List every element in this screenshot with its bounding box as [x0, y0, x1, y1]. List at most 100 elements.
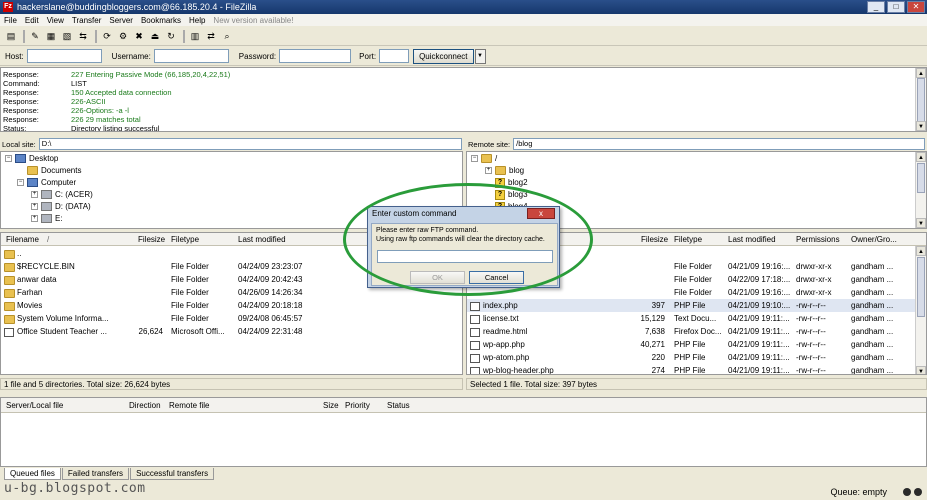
scroll-up-arrow-icon[interactable]: ▲ — [916, 246, 926, 256]
tree-node-c-drive[interactable]: + C: (ACER) — [31, 189, 93, 200]
column-remote-file[interactable]: Remote file — [169, 401, 209, 410]
toggle-log-icon[interactable]: ✎ — [28, 29, 42, 43]
toggle-tree-icon[interactable]: ▦ — [44, 29, 58, 43]
host-input[interactable] — [26, 49, 102, 63]
quickconnect-dropdown[interactable]: ▼ — [474, 48, 486, 64]
folder-icon — [4, 289, 15, 298]
search-icon[interactable]: ⌕ — [220, 29, 234, 43]
remote-tree-scrollbar[interactable]: ▲ ▼ — [915, 152, 926, 228]
site-manager-icon[interactable]: ▤ — [4, 29, 18, 43]
port-input[interactable] — [379, 49, 410, 63]
remote-site-input[interactable]: /blog — [513, 138, 925, 150]
toggle-queue-icon[interactable]: ⇆ — [76, 29, 90, 43]
menu-file[interactable]: File — [0, 16, 21, 25]
menu-help[interactable]: Help — [185, 16, 209, 25]
column-filesize[interactable]: Filesize — [138, 235, 165, 244]
table-row[interactable]: wp-atom.php 220 PHP File 04/21/09 19:11:… — [467, 351, 926, 364]
tree-node-blog[interactable]: + blog — [485, 165, 524, 176]
table-row[interactable]: license.txt 15,129 Text Docu... 04/21/09… — [467, 312, 926, 325]
local-site-input[interactable]: D:\ — [38, 138, 462, 150]
refresh-icon[interactable]: ⟳ — [100, 29, 114, 43]
menu-edit[interactable]: Edit — [21, 16, 43, 25]
password-input[interactable] — [279, 49, 352, 63]
drive-icon — [41, 214, 52, 223]
port-label: Port: — [359, 51, 377, 61]
table-row[interactable]: Office Student Teacher ... 26,624 Micros… — [1, 325, 462, 338]
column-priority[interactable]: Priority — [345, 401, 370, 410]
scroll-down-arrow-icon[interactable]: ▼ — [916, 218, 926, 228]
maximize-button[interactable]: □ — [887, 1, 905, 13]
scroll-thumb[interactable] — [917, 78, 925, 122]
table-row[interactable]: wp-blog-header.php 274 PHP File 04/21/09… — [467, 364, 926, 374]
scroll-thumb[interactable] — [917, 257, 925, 317]
tab-failed-transfers[interactable]: Failed transfers — [61, 468, 130, 480]
message-log[interactable]: Response: 227 Entering Passive Mode (66,1… — [0, 67, 927, 132]
scroll-down-arrow-icon[interactable]: ▼ — [916, 366, 926, 374]
filezilla-app-icon: Fz — [3, 2, 13, 12]
column-server-local-file[interactable]: Server/Local file — [6, 401, 63, 410]
menu-new-version[interactable]: New version available! — [209, 16, 297, 25]
quickconnect-bar: Host: Username: Password: Port: Quickcon… — [0, 47, 927, 66]
column-owner-group[interactable]: Owner/Gro... — [851, 235, 897, 244]
toggle-remote-tree-icon[interactable]: ▧ — [60, 29, 74, 43]
tree-node-computer[interactable]: − Computer — [17, 177, 76, 188]
tree-node-documents[interactable]: Documents — [27, 165, 81, 176]
column-size[interactable]: Size — [323, 401, 339, 410]
username-input[interactable] — [153, 49, 229, 63]
disconnect-icon[interactable]: ⏏ — [148, 29, 162, 43]
column-filesize[interactable]: Filesize — [641, 235, 668, 244]
remote-status: Selected 1 file. Total size: 397 bytes — [466, 378, 927, 390]
menu-view[interactable]: View — [43, 16, 68, 25]
column-filetype[interactable]: Filetype — [171, 235, 199, 244]
menu-server[interactable]: Server — [105, 16, 137, 25]
tree-node-e-drive[interactable]: + E: — [31, 213, 63, 224]
menu-bookmarks[interactable]: Bookmarks — [137, 16, 185, 25]
menu-transfer[interactable]: Transfer — [68, 16, 106, 25]
process-queue-icon[interactable]: ⚙ — [116, 29, 130, 43]
host-label: Host: — [5, 51, 24, 61]
table-row-selected[interactable]: index.php 397 PHP File 04/21/09 19:10:..… — [467, 299, 926, 312]
log-scrollbar[interactable]: ▲ ▼ — [915, 68, 926, 131]
scroll-thumb[interactable] — [917, 163, 925, 193]
minimize-button[interactable]: _ — [867, 1, 885, 13]
word-document-icon — [4, 328, 14, 337]
computer-icon — [27, 178, 38, 187]
table-row[interactable]: System Volume Informa... File Folder 09/… — [1, 312, 462, 325]
table-row[interactable]: wp-app.php 40,271 PHP File 04/21/09 19:1… — [467, 338, 926, 351]
column-filetype[interactable]: Filetype — [674, 235, 702, 244]
cancel-icon[interactable]: ✖ — [132, 29, 146, 43]
remote-file-list-scrollbar[interactable]: ▲ ▼ — [915, 246, 926, 374]
scroll-up-arrow-icon[interactable]: ▲ — [916, 152, 926, 162]
tab-queued-files[interactable]: Queued files — [4, 468, 61, 480]
table-row[interactable]: readme.html 7,638 Firefox Doc... 04/21/0… — [467, 325, 926, 338]
transfer-queue[interactable]: Server/Local file Direction Remote file … — [0, 397, 927, 467]
log-row: Response: 150 Accepted data connection — [3, 88, 172, 97]
log-row: Response: 226-Options: -a -l — [3, 106, 129, 115]
table-row[interactable]: Movies File Folder 04/24/09 20:18:18 — [1, 299, 462, 312]
tree-node-d-drive[interactable]: + D: (DATA) — [31, 201, 91, 212]
tree-node-desktop[interactable]: − Desktop — [5, 153, 58, 164]
tree-node-root[interactable]: − / — [471, 153, 497, 164]
scroll-down-arrow-icon[interactable]: ▼ — [916, 121, 926, 131]
column-filename[interactable]: Filename — [6, 235, 39, 244]
column-last-modified[interactable]: Last modified — [728, 235, 776, 244]
column-direction[interactable]: Direction — [129, 401, 161, 410]
column-last-modified[interactable]: Last modified — [238, 235, 286, 244]
php-file-icon — [470, 354, 480, 363]
sync-browse-icon[interactable]: ⇄ — [204, 29, 218, 43]
reconnect-icon[interactable]: ↻ — [164, 29, 178, 43]
tab-successful-transfers[interactable]: Successful transfers — [130, 468, 215, 480]
folder-icon — [4, 276, 15, 285]
local-site-bar: Local site: D:\ — [2, 137, 462, 151]
folder-icon — [4, 250, 15, 259]
folder-icon — [4, 263, 15, 272]
filter-icon[interactable]: ▥ — [188, 29, 202, 43]
log-row: Response: 226-ASCII — [3, 97, 106, 106]
close-window-button[interactable]: ✕ — [907, 1, 925, 13]
toolbar-separator — [23, 29, 25, 43]
quickconnect-button[interactable]: Quickconnect — [413, 48, 474, 64]
column-status[interactable]: Status — [387, 401, 410, 410]
drive-icon — [41, 202, 52, 211]
scroll-up-arrow-icon[interactable]: ▲ — [916, 68, 926, 78]
column-permissions[interactable]: Permissions — [796, 235, 840, 244]
